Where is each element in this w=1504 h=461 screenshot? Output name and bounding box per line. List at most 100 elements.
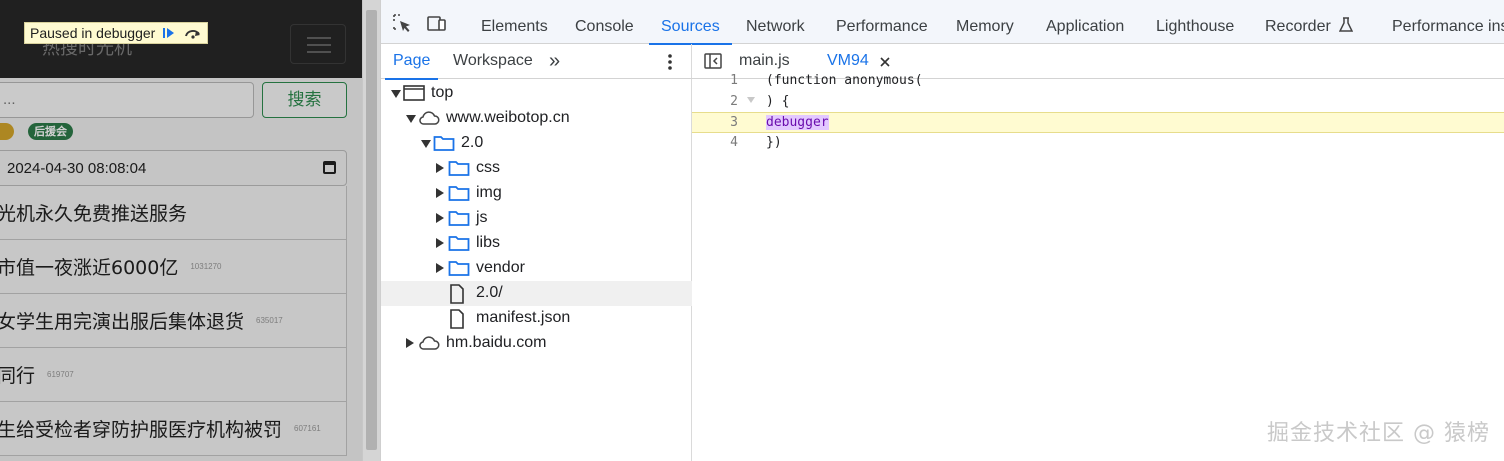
code-line[interactable]: 4 })	[692, 133, 1504, 154]
expand-arrow-down-icon[interactable]	[406, 115, 416, 123]
folder-icon	[433, 134, 455, 157]
tab-performance-insights[interactable]: Performance ins	[1392, 0, 1504, 44]
tab-lighthouse[interactable]: Lighthouse	[1156, 0, 1234, 44]
list-item-count: 619707	[47, 370, 74, 379]
scrollbar-thumb[interactable]	[366, 10, 377, 450]
tree-item[interactable]: top	[381, 81, 692, 106]
watermark: 掘金技术社区 @ 猿榜	[1267, 421, 1490, 446]
expand-arrow-right-icon[interactable]	[436, 163, 444, 173]
tree-item[interactable]: 2.0/	[381, 281, 692, 306]
tree-item-label: www.weibotop.cn	[446, 109, 570, 126]
tree-item-label: libs	[476, 234, 501, 251]
tab-memory[interactable]: Memory	[956, 0, 1014, 44]
search-button[interactable]: 搜索	[262, 82, 347, 118]
tree-item-label: img	[476, 184, 502, 201]
list-item-text: 同行	[0, 365, 36, 387]
tree-item[interactable]: css	[381, 156, 692, 181]
tree-item-label: js	[476, 209, 488, 226]
list-item[interactable]: 女学生用完演出服后集体退货 635017	[0, 294, 347, 348]
tab-performance[interactable]: Performance	[836, 0, 928, 44]
code-text: ) {	[766, 94, 790, 109]
navbar-toggle-button[interactable]	[290, 24, 346, 64]
sources-navigator: Page Workspace » top www.weibotop.cn 2.0 cs…	[381, 44, 692, 461]
nav-tab-page[interactable]: Page	[384, 44, 439, 80]
code-line-paused[interactable]: 3 debugger	[692, 112, 1504, 133]
frame-icon	[403, 84, 425, 107]
list-item-text: 市值一夜涨近6000亿	[0, 257, 179, 279]
page-scrollbar[interactable]	[362, 0, 380, 461]
list-item-count: 607161	[294, 424, 321, 433]
more-tabs-button[interactable]: »	[549, 44, 560, 79]
debugger-statement: debugger	[766, 115, 829, 130]
paused-in-debugger-banner: Paused in debugger	[24, 22, 209, 44]
tree-item[interactable]: manifest.json	[381, 306, 692, 331]
navigator-tabs: Page Workspace »	[381, 44, 692, 80]
flask-icon	[1339, 17, 1354, 32]
tree-item[interactable]: img	[381, 181, 692, 206]
tab-sources[interactable]: Sources	[649, 0, 732, 45]
tree-item[interactable]: hm.baidu.com	[381, 331, 692, 356]
tab-network[interactable]: Network	[746, 0, 805, 44]
calendar-icon[interactable]	[323, 161, 336, 174]
fold-arrow-icon[interactable]	[747, 97, 755, 103]
file-tree: top www.weibotop.cn 2.0 css img js libs vendor 2…	[381, 81, 692, 356]
tree-item[interactable]: js	[381, 206, 692, 231]
expand-arrow-right-icon[interactable]	[436, 188, 444, 198]
tree-item[interactable]: 2.0	[381, 131, 692, 156]
search-input[interactable]: ...	[0, 82, 254, 118]
expand-arrow-right-icon[interactable]	[406, 338, 414, 348]
list-item[interactable]: 市值一夜涨近6000亿 1031270	[0, 240, 347, 294]
tree-item-label: 2.0/	[476, 284, 503, 301]
code-text: })	[766, 135, 782, 150]
tab-console[interactable]: Console	[575, 0, 634, 44]
list-item-count: 635017	[256, 316, 283, 325]
folder-icon	[448, 259, 470, 282]
nav-tab-workspace[interactable]: Workspace	[453, 44, 533, 79]
tab-recorder[interactable]: Recorder	[1265, 0, 1354, 44]
inspect-element-icon[interactable]	[391, 12, 413, 34]
tree-item-label: vendor	[476, 259, 525, 276]
tree-item-label: manifest.json	[476, 309, 571, 326]
folder-icon	[448, 209, 470, 232]
line-number[interactable]: 2	[722, 94, 738, 109]
expand-arrow-right-icon[interactable]	[436, 213, 444, 223]
code-line[interactable]: 2 ) {	[692, 92, 1504, 113]
list-item[interactable]: 同行 619707	[0, 348, 347, 402]
list-item-text: 女学生用完演出服后集体退货	[0, 311, 245, 333]
expand-arrow-down-icon[interactable]	[421, 140, 431, 148]
tree-item-label: css	[476, 159, 500, 176]
folder-icon	[448, 159, 470, 182]
code-text: (function anonymous(	[766, 73, 923, 88]
line-number[interactable]: 1	[722, 73, 738, 88]
expand-arrow-down-icon[interactable]	[391, 90, 401, 98]
tree-item[interactable]: vendor	[381, 256, 692, 281]
resume-icon	[163, 28, 175, 38]
tab-elements[interactable]: Elements	[481, 0, 548, 44]
device-toolbar-icon[interactable]	[425, 12, 447, 34]
resume-button[interactable]	[159, 24, 179, 42]
list-item[interactable]: 生给受检者穿防护服医疗机构被罚 607161	[0, 402, 347, 456]
expand-arrow-right-icon[interactable]	[436, 263, 444, 273]
expand-arrow-right-icon[interactable]	[436, 238, 444, 248]
step-over-button[interactable]	[183, 24, 203, 42]
tree-item[interactable]: libs	[381, 231, 692, 256]
tree-item-label: 2.0	[461, 134, 484, 151]
cloud-icon	[418, 334, 440, 357]
hot-search-list: 光机永久免费推送服务 市值一夜涨近6000亿 1031270 女学生用完演出服后集…	[0, 186, 347, 456]
cloud-icon	[418, 109, 440, 132]
code-line[interactable]: 1 (function anonymous(	[692, 71, 1504, 92]
list-item-count: 1031270	[190, 262, 222, 271]
list-item[interactable]: 光机永久免费推送服务	[0, 186, 347, 240]
line-number[interactable]: 4	[722, 135, 738, 150]
date-time-input[interactable]: 2024-04-30 08:08:04	[0, 150, 347, 186]
more-options-icon[interactable]	[667, 53, 673, 76]
line-number[interactable]: 3	[722, 115, 738, 130]
tree-item[interactable]: www.weibotop.cn	[381, 106, 692, 131]
tag-badge-yellow[interactable]	[0, 123, 14, 140]
devtools-toolbar: Elements Console Sources Network Perform…	[381, 0, 1504, 45]
tab-application[interactable]: Application	[1046, 0, 1124, 44]
tag-badge-houyuanhui[interactable]: 后援会	[28, 123, 73, 140]
code-editor[interactable]: 1 (function anonymous( 2 ) { 3 debugger …	[692, 73, 1504, 461]
tree-item-label: hm.baidu.com	[446, 334, 547, 351]
tree-item-label: top	[431, 84, 454, 101]
